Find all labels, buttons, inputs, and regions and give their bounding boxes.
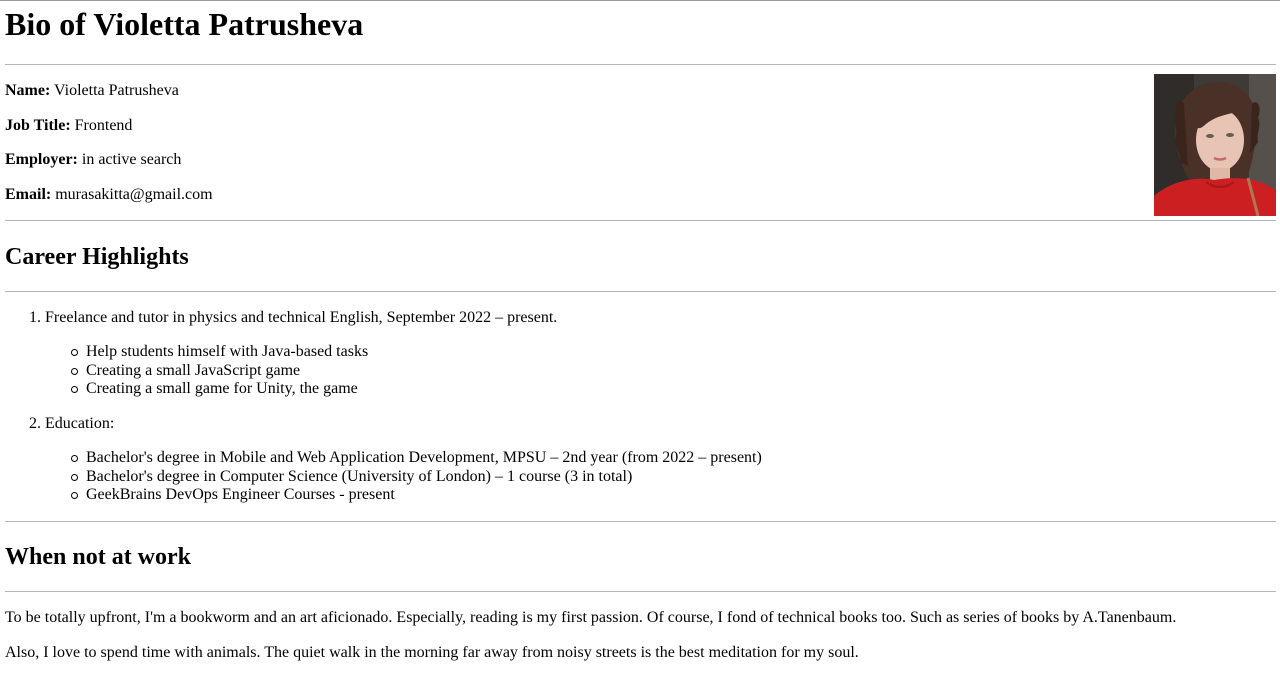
divider-bio (5, 220, 1276, 221)
name-value: Violetta Patrusheva (54, 82, 179, 99)
list-marker: 1. (29, 309, 41, 326)
career-item-education: 2. Education: (29, 414, 114, 434)
leisure-heading: When not at work (5, 544, 192, 570)
profile-photo (1154, 74, 1276, 216)
divider-leisure (5, 591, 1276, 592)
list-item-text: Freelance and tutor in physics and techn… (45, 309, 558, 326)
employer-label: Employer: (5, 151, 78, 168)
list-item: Bachelor's degree in Mobile and Web Appl… (71, 449, 762, 466)
list-item-text: Education: (45, 415, 115, 432)
job-title-value: Frontend (74, 117, 133, 134)
email-value: murasakitta@gmail.com (55, 186, 213, 203)
leisure-paragraph-animals: Also, I love to spend time with animals.… (5, 644, 859, 661)
divider-title (5, 64, 1276, 65)
list-marker: 2. (29, 415, 41, 432)
career-item-freelance: 1. Freelance and tutor in physics and te… (29, 308, 557, 328)
divider-education (5, 521, 1276, 522)
name-field: Name: Violetta Patrusheva (5, 81, 179, 101)
employer-value: in active search (81, 151, 182, 168)
email-field: Email: murasakitta@gmail.com (5, 185, 213, 205)
employer-field: Employer: in active search (5, 150, 181, 170)
list-item: Creating a small game for Unity, the gam… (70, 380, 368, 399)
divider-career (5, 291, 1276, 292)
job-title-label: Job Title: (5, 117, 71, 134)
page-title: Bio of Violetta Patrusheva (5, 6, 364, 42)
name-label: Name: (5, 82, 51, 99)
education-sublist: Bachelor's degree in Mobile and Web Appl… (71, 449, 762, 505)
email-label: Email: (5, 186, 52, 203)
portrait-image (1154, 74, 1276, 216)
list-item: Creating a small JavaScript game (70, 362, 368, 381)
top-border (0, 0, 1280, 1)
list-item: GeekBrains DevOps Engineer Courses - pre… (71, 486, 762, 505)
list-item: Help students himself with Java-based ta… (70, 343, 369, 360)
job-title-field: Job Title: Frontend (5, 116, 132, 136)
list-item: Bachelor's degree in Computer Science (U… (71, 468, 762, 487)
leisure-paragraph-reading: To be totally upfront, I'm a bookworm an… (5, 609, 1177, 626)
career-heading: Career Highlights (5, 244, 189, 270)
freelance-sublist: Help students himself with Java-based ta… (70, 343, 369, 399)
